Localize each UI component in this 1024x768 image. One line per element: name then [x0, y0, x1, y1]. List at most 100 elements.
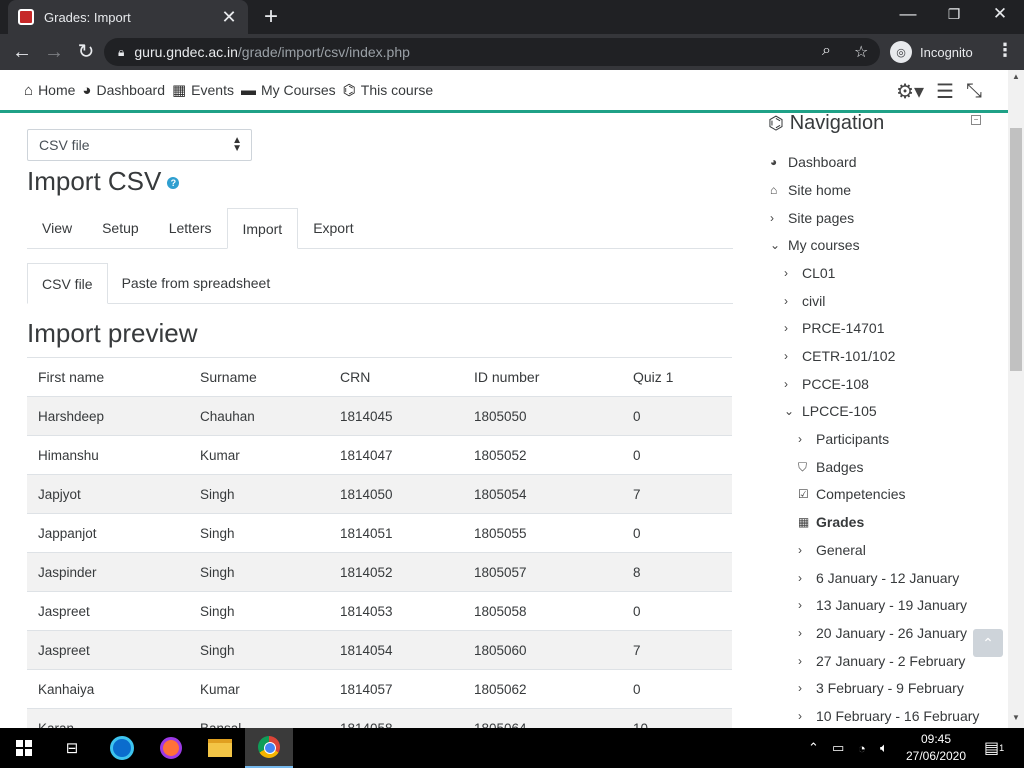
start-button[interactable] [0, 728, 48, 768]
nav-tree-label: 6 January - 12 January [816, 570, 960, 586]
nav-tree-week[interactable]: › 27 January - 2 February [798, 653, 965, 669]
nav-this-course-link[interactable]: ⌬ This course [343, 81, 433, 99]
tab-import[interactable]: Import [226, 208, 299, 249]
page-scrollbar[interactable]: ▲ ▼ [1008, 70, 1024, 728]
table-cell: 1814057 [329, 669, 463, 709]
address-bar[interactable]: 🔒︎ guru.gndec.ac.in/grade/import/csv/ind… [104, 38, 880, 66]
tray-chevron-up-icon[interactable]: ⌃ [808, 728, 819, 768]
edge-browser-icon[interactable] [98, 728, 146, 768]
table-cell: 10 [622, 708, 732, 728]
bookmark-star-icon[interactable]: ☆ [854, 42, 868, 62]
nav-dashboard-link[interactable]: ◕ Dashboard [82, 82, 165, 99]
nav-tree-participants[interactable]: › Participants [798, 431, 889, 447]
nav-tree-week[interactable]: › 20 January - 26 January [798, 625, 967, 641]
settings-gear-icon[interactable]: ⚙▾ [896, 79, 924, 104]
nav-tree-label: 10 February - 16 February [816, 708, 980, 724]
scroll-down-arrow-icon[interactable]: ▼ [1012, 713, 1020, 722]
firefox-icon[interactable] [147, 728, 195, 768]
nav-tree-week[interactable]: › 6 January - 12 January [798, 570, 959, 586]
wifi-icon[interactable]: ◔ [858, 728, 866, 768]
shield-icon: ⛉ [798, 459, 808, 474]
window-close-button[interactable]: ✕ [990, 4, 1010, 24]
nav-tree-general[interactable]: › General [798, 542, 866, 558]
tab-export[interactable]: Export [298, 208, 368, 249]
help-icon[interactable]: ? [167, 177, 180, 190]
nav-tree-course-prce[interactable]: › PRCE-14701 [784, 320, 885, 336]
tab-setup[interactable]: Setup [87, 208, 154, 249]
subtab-paste-from-spreadsheet[interactable]: Paste from spreadsheet [108, 263, 285, 304]
system-clock[interactable]: 09:45 27/06/2020 [900, 731, 972, 765]
task-view-icon[interactable]: ⊟ [48, 728, 96, 768]
nav-tree-dashboard[interactable]: ◕ Dashboard [770, 154, 857, 170]
page-title-text: Import CSV [27, 166, 162, 196]
table-cell: 1805064 [463, 708, 622, 728]
import-subtabs: CSV file Paste from spreadsheet [27, 263, 733, 304]
reload-icon[interactable]: ↻ [74, 40, 98, 64]
window-restore-button[interactable]: ❐ [944, 6, 964, 23]
nav-tree-label: My courses [788, 237, 860, 253]
battery-icon[interactable]: ▭ [832, 728, 844, 768]
nav-tree-site-pages[interactable]: › Site pages [770, 210, 854, 226]
nav-tree-competencies[interactable]: ☑ Competencies [798, 486, 906, 502]
scrollbar-thumb[interactable] [1010, 128, 1022, 371]
forward-arrow-icon[interactable]: → [42, 40, 66, 64]
collapse-fullscreen-icon[interactable]: ⤡ [966, 80, 982, 103]
chevron-right-icon: › [784, 377, 788, 391]
nav-my-courses-link[interactable]: ▬ My Courses [241, 82, 336, 99]
nav-tree-course-pcce[interactable]: › PCCE-108 [784, 376, 869, 392]
import-type-select[interactable]: CSV file ▲ ▼ [27, 129, 252, 161]
chevron-right-icon: › [798, 571, 802, 585]
zoom-search-icon[interactable]: ⌕ [822, 42, 831, 60]
nav-tree-label: PRCE-14701 [802, 320, 885, 336]
subtab-csv-file[interactable]: CSV file [27, 263, 108, 304]
table-cell: 1805058 [463, 591, 622, 631]
collapse-block-icon[interactable]: − [971, 115, 981, 125]
nav-tree-week[interactable]: › 13 January - 19 January [798, 597, 967, 613]
nav-tree-label: 3 February - 9 February [816, 680, 964, 696]
table-cell: Karan [27, 708, 189, 728]
nav-home-link[interactable]: ⌂ Home [24, 82, 75, 99]
nav-tree-course-civil[interactable]: › civil [784, 293, 825, 309]
nav-tree-label: Grades [816, 514, 865, 530]
column-header: ID number [463, 357, 622, 397]
notification-count: 1 [999, 743, 1005, 753]
table-cell: Kumar [189, 435, 329, 475]
new-tab-button[interactable]: + [258, 3, 284, 31]
nav-tree-grades[interactable]: ▦ Grades [798, 514, 864, 530]
table-cell: Singh [189, 630, 329, 670]
nav-tree-badges[interactable]: ⛉ Badges [798, 459, 863, 475]
toggle-drawer-icon[interactable]: ☰ [936, 79, 954, 104]
action-center-icon[interactable]: ▤ 1 [984, 728, 1004, 768]
tab-close-icon[interactable]: ✕ [220, 7, 238, 28]
back-to-top-button[interactable]: ⌃ [973, 629, 1003, 657]
scroll-up-arrow-icon[interactable]: ▲ [1012, 72, 1020, 81]
table-row: Kanhaiya Kumar 1814057 1805062 0 [27, 669, 732, 709]
nav-tree-week[interactable]: › 10 February - 16 February [798, 708, 979, 724]
chevron-up-icon: ⌃ [982, 635, 994, 651]
dashboard-icon: ◕ [82, 81, 92, 99]
nav-tree-course-lpcce[interactable]: ⌄ LPCCE-105 [784, 403, 877, 419]
file-explorer-icon[interactable] [196, 728, 244, 768]
nav-this-course-label: This course [360, 82, 434, 98]
nav-events-label: Events [191, 82, 234, 98]
browser-menu-icon[interactable]: ⋮ [996, 40, 1014, 61]
nav-tree-site-home[interactable]: ⌂ Site home [770, 182, 851, 198]
table-cell: 1805054 [463, 474, 622, 514]
table-cell: 8 [622, 552, 732, 592]
volume-icon[interactable]: 🔈︎ [880, 728, 888, 768]
chevron-down-icon: ⌄ [784, 404, 795, 418]
chrome-taskbar-icon[interactable] [245, 728, 293, 768]
nav-tree-my-courses[interactable]: ⌄ My courses [770, 237, 860, 253]
nav-tree-course-cl01[interactable]: › CL01 [784, 265, 835, 281]
window-minimize-button[interactable]: — [898, 4, 918, 24]
incognito-profile-button[interactable]: ◎ Incognito [890, 39, 973, 65]
table-cell: 1805055 [463, 513, 622, 553]
nav-tree-course-cetr[interactable]: › CETR-101/102 [784, 348, 895, 364]
nav-events-link[interactable]: ▦ Events [172, 81, 234, 99]
browser-tab[interactable]: Grades: Import ✕ [8, 0, 248, 34]
back-arrow-icon[interactable]: ← [10, 40, 34, 64]
nav-home-label: Home [38, 82, 76, 98]
tab-letters[interactable]: Letters [154, 208, 227, 249]
nav-tree-week[interactable]: › 3 February - 9 February [798, 680, 964, 696]
tab-view[interactable]: View [27, 208, 87, 249]
